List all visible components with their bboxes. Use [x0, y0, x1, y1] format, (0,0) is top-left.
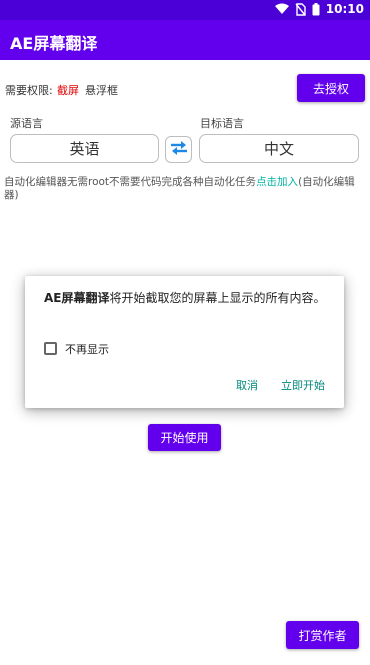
status-bar: 10:10 [0, 0, 370, 20]
target-language-label: 目标语言 [200, 117, 244, 130]
dialog-message-text: 将开始截取您的屏幕上显示的所有内容。 [109, 291, 326, 305]
swap-arrows-icon [169, 139, 189, 161]
app-title: AE屏幕翻译 [10, 34, 98, 53]
start-use-button[interactable]: 开始使用 [148, 424, 221, 451]
permission-float: 悬浮框 [85, 84, 118, 97]
automation-info: 自动化编辑器无需root不需要代码完成各种自动化任务点击加入(自动化编辑器) [4, 176, 366, 202]
permission-label: 需要权限: [5, 84, 53, 97]
permission-screen: 截屏 [57, 84, 79, 97]
status-time: 10:10 [325, 2, 364, 16]
join-link[interactable]: 点击加入 [256, 176, 298, 188]
start-now-button[interactable]: 立即开始 [281, 377, 325, 393]
no-sim-icon [295, 2, 306, 16]
automation-info-text: 自动化编辑器无需root不需要代码完成各种自动化任务 [4, 176, 257, 188]
source-language-value: 英语 [69, 140, 100, 158]
cancel-button[interactable]: 取消 [236, 377, 258, 393]
reward-author-button[interactable]: 打赏作者 [286, 621, 359, 649]
screen-capture-dialog: AE屏幕翻译将开始截取您的屏幕上显示的所有内容。 不再显示 取消 立即开始 [25, 276, 344, 408]
swap-languages-button[interactable] [165, 136, 192, 163]
dont-show-again-label[interactable]: 不再显示 [65, 341, 109, 357]
dialog-message: AE屏幕翻译将开始截取您的屏幕上显示的所有内容。 [44, 290, 334, 307]
target-language-selector[interactable]: 中文 [199, 134, 359, 163]
battery-icon [312, 2, 320, 16]
source-language-label: 源语言 [10, 117, 43, 130]
authorize-button[interactable]: 去授权 [297, 74, 365, 102]
status-icons: 10:10 [274, 2, 364, 16]
source-language-selector[interactable]: 英语 [10, 134, 159, 163]
dont-show-again-checkbox[interactable] [44, 342, 57, 355]
dialog-app-name: AE屏幕翻译 [44, 291, 110, 305]
app-bar: AE屏幕翻译 [0, 20, 370, 60]
wifi-icon [274, 3, 289, 15]
target-language-value: 中文 [263, 140, 294, 158]
